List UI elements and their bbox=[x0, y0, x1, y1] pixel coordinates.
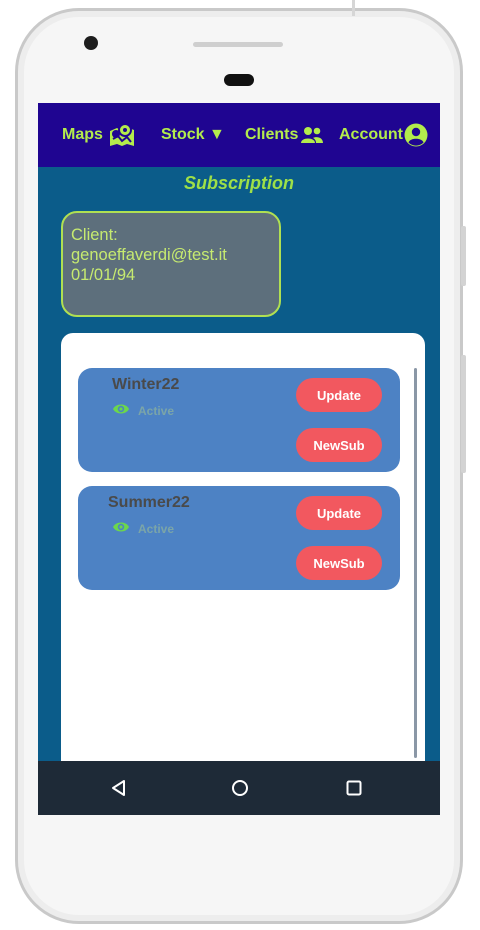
nav-maps[interactable]: Maps bbox=[62, 103, 135, 167]
subscription-name: Summer22 bbox=[108, 494, 190, 511]
newsub-button[interactable]: NewSub bbox=[296, 546, 382, 580]
update-button[interactable]: Update bbox=[296, 378, 382, 412]
back-icon[interactable] bbox=[99, 761, 139, 815]
panel-scrollbar[interactable] bbox=[414, 368, 417, 758]
nav-account[interactable]: Account bbox=[339, 103, 428, 167]
phone-side-button bbox=[461, 226, 466, 286]
home-icon[interactable] bbox=[220, 761, 260, 815]
speaker-grille bbox=[193, 42, 283, 47]
client-label: Client: bbox=[71, 226, 118, 244]
subscription-status-label: Active bbox=[138, 521, 175, 536]
top-navbar: Maps Stock ▼ Clients Account bbox=[38, 103, 440, 167]
nav-stock-label: Stock ▼ bbox=[161, 126, 225, 143]
recents-icon[interactable] bbox=[334, 761, 374, 815]
subscription-status: Active bbox=[112, 520, 174, 537]
app-screen: Maps Stock ▼ Clients Account Subscriptio… bbox=[38, 103, 440, 815]
eye-icon bbox=[112, 520, 130, 537]
phone-notch-line bbox=[352, 0, 355, 16]
update-button[interactable]: Update bbox=[296, 496, 382, 530]
nav-maps-label: Maps bbox=[62, 126, 103, 143]
android-navigation-bar bbox=[38, 761, 440, 815]
map-marked-icon bbox=[109, 123, 135, 147]
nav-stock-dropdown[interactable]: Stock ▼ bbox=[161, 103, 225, 167]
page-title: Subscription bbox=[183, 173, 294, 193]
camera-icon bbox=[84, 36, 98, 50]
phone-side-button bbox=[461, 355, 466, 473]
client-email: genoeffaverdi@test.it bbox=[71, 246, 227, 264]
subscription-status-label: Active bbox=[138, 403, 175, 418]
subscription-name: Winter22 bbox=[112, 376, 180, 393]
nav-account-label: Account bbox=[339, 126, 403, 143]
eye-icon bbox=[112, 402, 130, 419]
nav-clients-label: Clients bbox=[245, 126, 299, 143]
nav-clients[interactable]: Clients bbox=[245, 103, 324, 167]
subscription-card: Winter22 Active Update NewSub bbox=[78, 368, 400, 472]
subscription-card: Summer22 Active Update NewSub bbox=[78, 486, 400, 590]
subscription-status: Active bbox=[112, 402, 174, 419]
user-circle-icon bbox=[404, 123, 428, 147]
newsub-button[interactable]: NewSub bbox=[296, 428, 382, 462]
client-date: 01/01/94 bbox=[71, 266, 136, 284]
client-info-box: Client: genoeffaverdi@test.it 01/01/94 bbox=[61, 211, 281, 317]
earpiece-speaker bbox=[224, 74, 254, 86]
users-icon bbox=[300, 126, 324, 144]
